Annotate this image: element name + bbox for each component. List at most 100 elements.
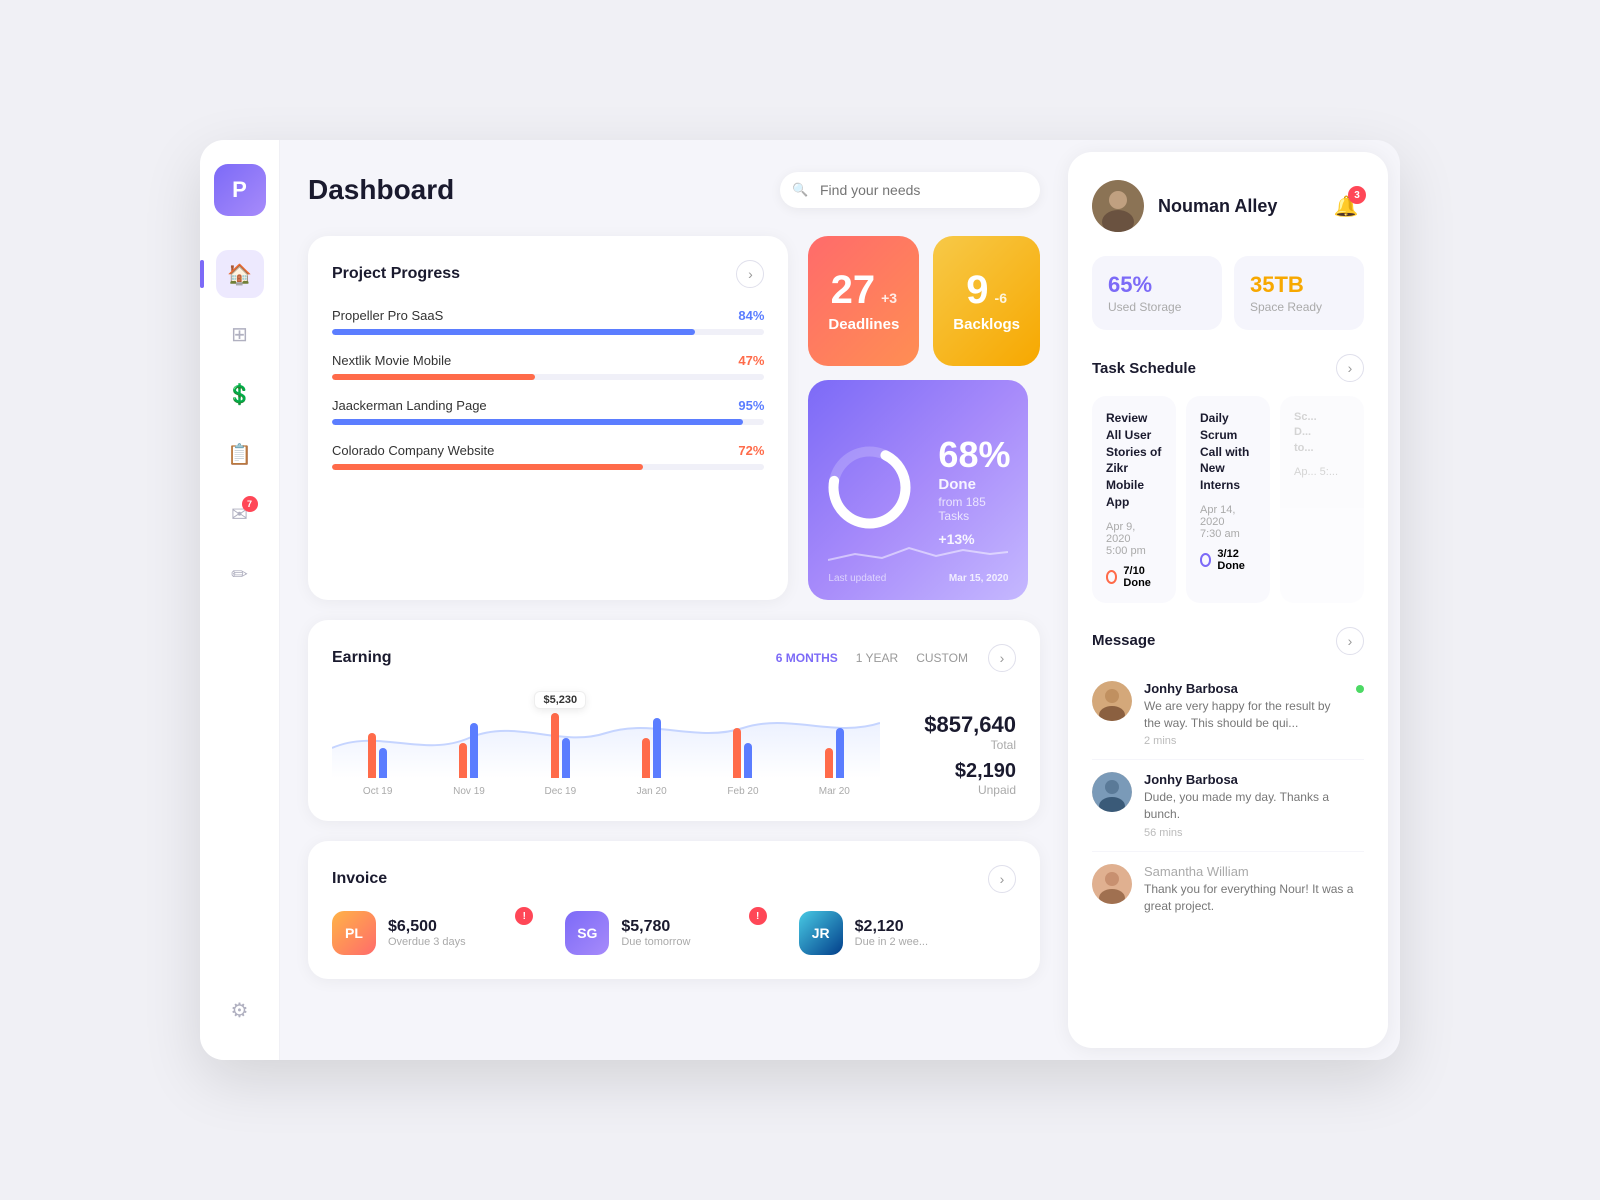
invoice-due-sg: Due tomorrow xyxy=(621,936,690,948)
messages-list: Jonhy Barbosa We are very happy for the … xyxy=(1092,669,1364,927)
donut-card: 68% Done from 185 Tasks +13% Last update… xyxy=(808,380,1028,600)
sidebar-item-dollar[interactable]: 💲 xyxy=(216,370,264,418)
task-name-1: Review All User Stories of Zikr Mobile A… xyxy=(1106,410,1162,511)
sidebar-item-settings[interactable]: ⚙ xyxy=(216,986,264,1034)
task-card-2: Daily Scrum Call with New Interns Apr 14… xyxy=(1186,396,1270,603)
bar-nov-orange xyxy=(459,743,467,778)
task-time-2: 7:30 am xyxy=(1200,528,1256,540)
chart-label-dec: Dec 19 xyxy=(544,786,576,797)
bar-nov-blue xyxy=(470,723,478,778)
task-date-1: Apr 9, 2020 xyxy=(1106,521,1162,545)
invoice-more[interactable]: › xyxy=(988,865,1016,893)
chart-labels-row: Oct 19 Nov 19 Dec 19 Jan 20 Feb 20 Mar 2… xyxy=(332,782,880,797)
message-text-1: We are very happy for the result by the … xyxy=(1144,698,1344,732)
earning-tab-6months[interactable]: 6 MONTHS xyxy=(772,649,842,667)
donut-footer: Last updated Mar 15, 2020 xyxy=(828,540,1008,584)
invoice-card: Invoice › PL $6,500 Overdue 3 days ! S xyxy=(308,841,1040,979)
chart-area: $5,230 xyxy=(332,688,880,778)
sidebar-item-list[interactable]: 📋 xyxy=(216,430,264,478)
messages-title: Message xyxy=(1092,632,1155,649)
bar-feb-blue xyxy=(744,743,752,778)
stats-section: 27 +3 Deadlines 9 -6 Backlogs xyxy=(808,236,1040,600)
message-time-1: 2 mins xyxy=(1144,735,1344,747)
task-name-3: Sc...D...to... xyxy=(1294,410,1350,456)
donut-stats: 68% Done from 185 Tasks +13% xyxy=(938,434,1010,547)
progress-name-1: Propeller Pro SaaS xyxy=(332,308,443,323)
messages-header: Message › xyxy=(1092,627,1364,655)
earning-tab-custom[interactable]: CUSTOM xyxy=(912,649,972,667)
progress-name-2: Nextlik Movie Mobile xyxy=(332,353,451,368)
task-schedule-more[interactable]: › xyxy=(1336,354,1364,382)
project-progress-more[interactable]: › xyxy=(736,260,764,288)
invoice-avatar-jr: JR xyxy=(799,911,843,955)
earning-title: Earning xyxy=(332,649,392,667)
online-indicator-1 xyxy=(1356,685,1364,693)
invoice-amount-jr: $2,120 xyxy=(855,918,928,936)
donut-chart xyxy=(822,440,917,540)
message-name-1: Jonhy Barbosa xyxy=(1144,681,1344,696)
task-date-2: Apr 14, 2020 xyxy=(1200,504,1256,528)
bar-jan-orange xyxy=(642,738,650,778)
storage-used-card: 65% Used Storage xyxy=(1092,256,1222,330)
bar-mar-blue xyxy=(836,728,844,778)
notification-button[interactable]: 🔔 3 xyxy=(1328,188,1364,224)
messages-more[interactable]: › xyxy=(1336,627,1364,655)
sidebar-item-mail[interactable]: ✉ 7 xyxy=(216,490,264,538)
task-name-2: Daily Scrum Call with New Interns xyxy=(1200,410,1256,494)
invoice-due-pl: Overdue 3 days xyxy=(388,936,466,948)
invoice-alert-pl: ! xyxy=(515,907,533,925)
task-card-1: Review All User Stories of Zikr Mobile A… xyxy=(1092,396,1176,603)
storage-pct: 65% xyxy=(1108,272,1152,297)
list-icon: 📋 xyxy=(227,442,252,467)
chart-label-nov: Nov 19 xyxy=(453,786,485,797)
user-name: Nouman Alley xyxy=(1158,196,1277,217)
main-header: Dashboard xyxy=(308,172,1040,208)
chart-group-oct xyxy=(332,733,423,778)
settings-icon: ⚙ xyxy=(231,998,249,1023)
bar-mar-orange xyxy=(825,748,833,778)
bar-oct-orange xyxy=(368,733,376,778)
task-date-3: Ap... 5:... xyxy=(1294,466,1350,478)
dollar-icon: 💲 xyxy=(227,382,252,407)
sidebar-item-grid[interactable]: ⊞ xyxy=(216,310,264,358)
deadline-card: 27 +3 Deadlines xyxy=(808,236,919,366)
task-schedule-header: Task Schedule › xyxy=(1092,354,1364,382)
deadline-number: 27 xyxy=(831,270,876,310)
sidebar: P 🏠 ⊞ 💲 📋 ✉ 7 ✏ ⚙ xyxy=(200,140,280,1060)
message-item-2: Jonhy Barbosa Dude, you made my day. Tha… xyxy=(1092,760,1364,852)
sidebar-item-edit[interactable]: ✏ xyxy=(216,550,264,598)
message-item-1: Jonhy Barbosa We are very happy for the … xyxy=(1092,669,1364,761)
earning-more[interactable]: › xyxy=(988,644,1016,672)
chart-label-feb: Feb 20 xyxy=(727,786,758,797)
progress-pct-2: 47% xyxy=(738,353,764,368)
search-input[interactable] xyxy=(780,172,1040,208)
invoice-title: Invoice xyxy=(332,870,387,888)
app-logo[interactable]: P xyxy=(214,164,266,216)
chart-group-mar xyxy=(789,728,880,778)
chart-main: $5,230 xyxy=(332,688,880,797)
edit-icon: ✏ xyxy=(231,562,248,587)
chart-area-wrap: $5,230 xyxy=(332,688,880,797)
total-label: Total xyxy=(991,738,1016,752)
progress-pct-4: 72% xyxy=(738,443,764,458)
chart-tooltip: $5,230 xyxy=(534,691,586,709)
bar-jan-blue xyxy=(653,718,661,778)
progress-item-1: Propeller Pro SaaS 84% xyxy=(332,308,764,335)
chart-group-dec: $5,230 xyxy=(515,713,606,778)
storage-used-label: Used Storage xyxy=(1108,300,1206,314)
invoice-items: PL $6,500 Overdue 3 days ! SG $5,780 Due… xyxy=(332,911,1016,955)
unpaid-label: Unpaid xyxy=(978,783,1016,797)
notif-badge: 3 xyxy=(1348,186,1366,204)
message-content-2: Jonhy Barbosa Dude, you made my day. Tha… xyxy=(1144,772,1364,839)
message-text-2: Dude, you made my day. Thanks a bunch. xyxy=(1144,789,1364,823)
donut-date: Mar 15, 2020 xyxy=(949,573,1009,584)
storage-tb: 35TB xyxy=(1250,272,1304,297)
deadline-label: Deadlines xyxy=(828,316,899,333)
sidebar-item-home[interactable]: 🏠 xyxy=(216,250,264,298)
earning-tabs: 6 MONTHS 1 YEAR CUSTOM xyxy=(772,649,972,667)
bar-feb-orange xyxy=(733,728,741,778)
invoice-avatar-sg: SG xyxy=(565,911,609,955)
earning-tab-1year[interactable]: 1 YEAR xyxy=(852,649,902,667)
message-name-2: Jonhy Barbosa xyxy=(1144,772,1364,787)
task-dot-2 xyxy=(1200,553,1211,567)
